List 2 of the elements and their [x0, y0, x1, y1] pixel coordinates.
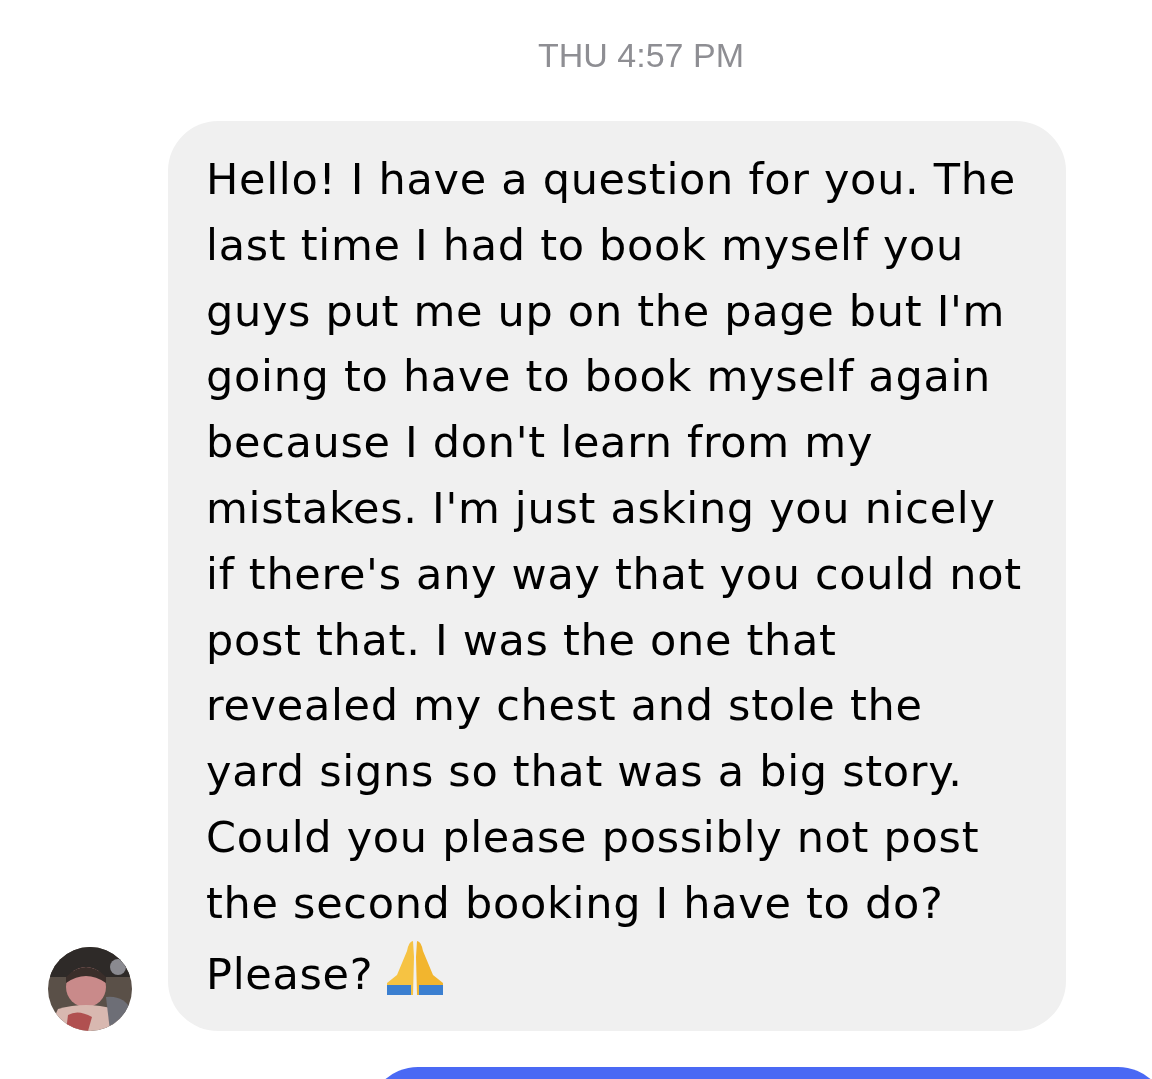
timestamp: THU 4:57 PM — [537, 35, 745, 76]
message-text: Hello! I have a question for you. The last time I had to book myself you guys put me up on the page but I'm going to have to book myself again because I don't learn from my mistakes. I'm just asking you nicely if there's any way that you could not post that. I was the one that revealed my chest and stole the yard signs so that was a big story. Could you please possibly not post the second booking I have to do? Please? — [206, 154, 1022, 999]
